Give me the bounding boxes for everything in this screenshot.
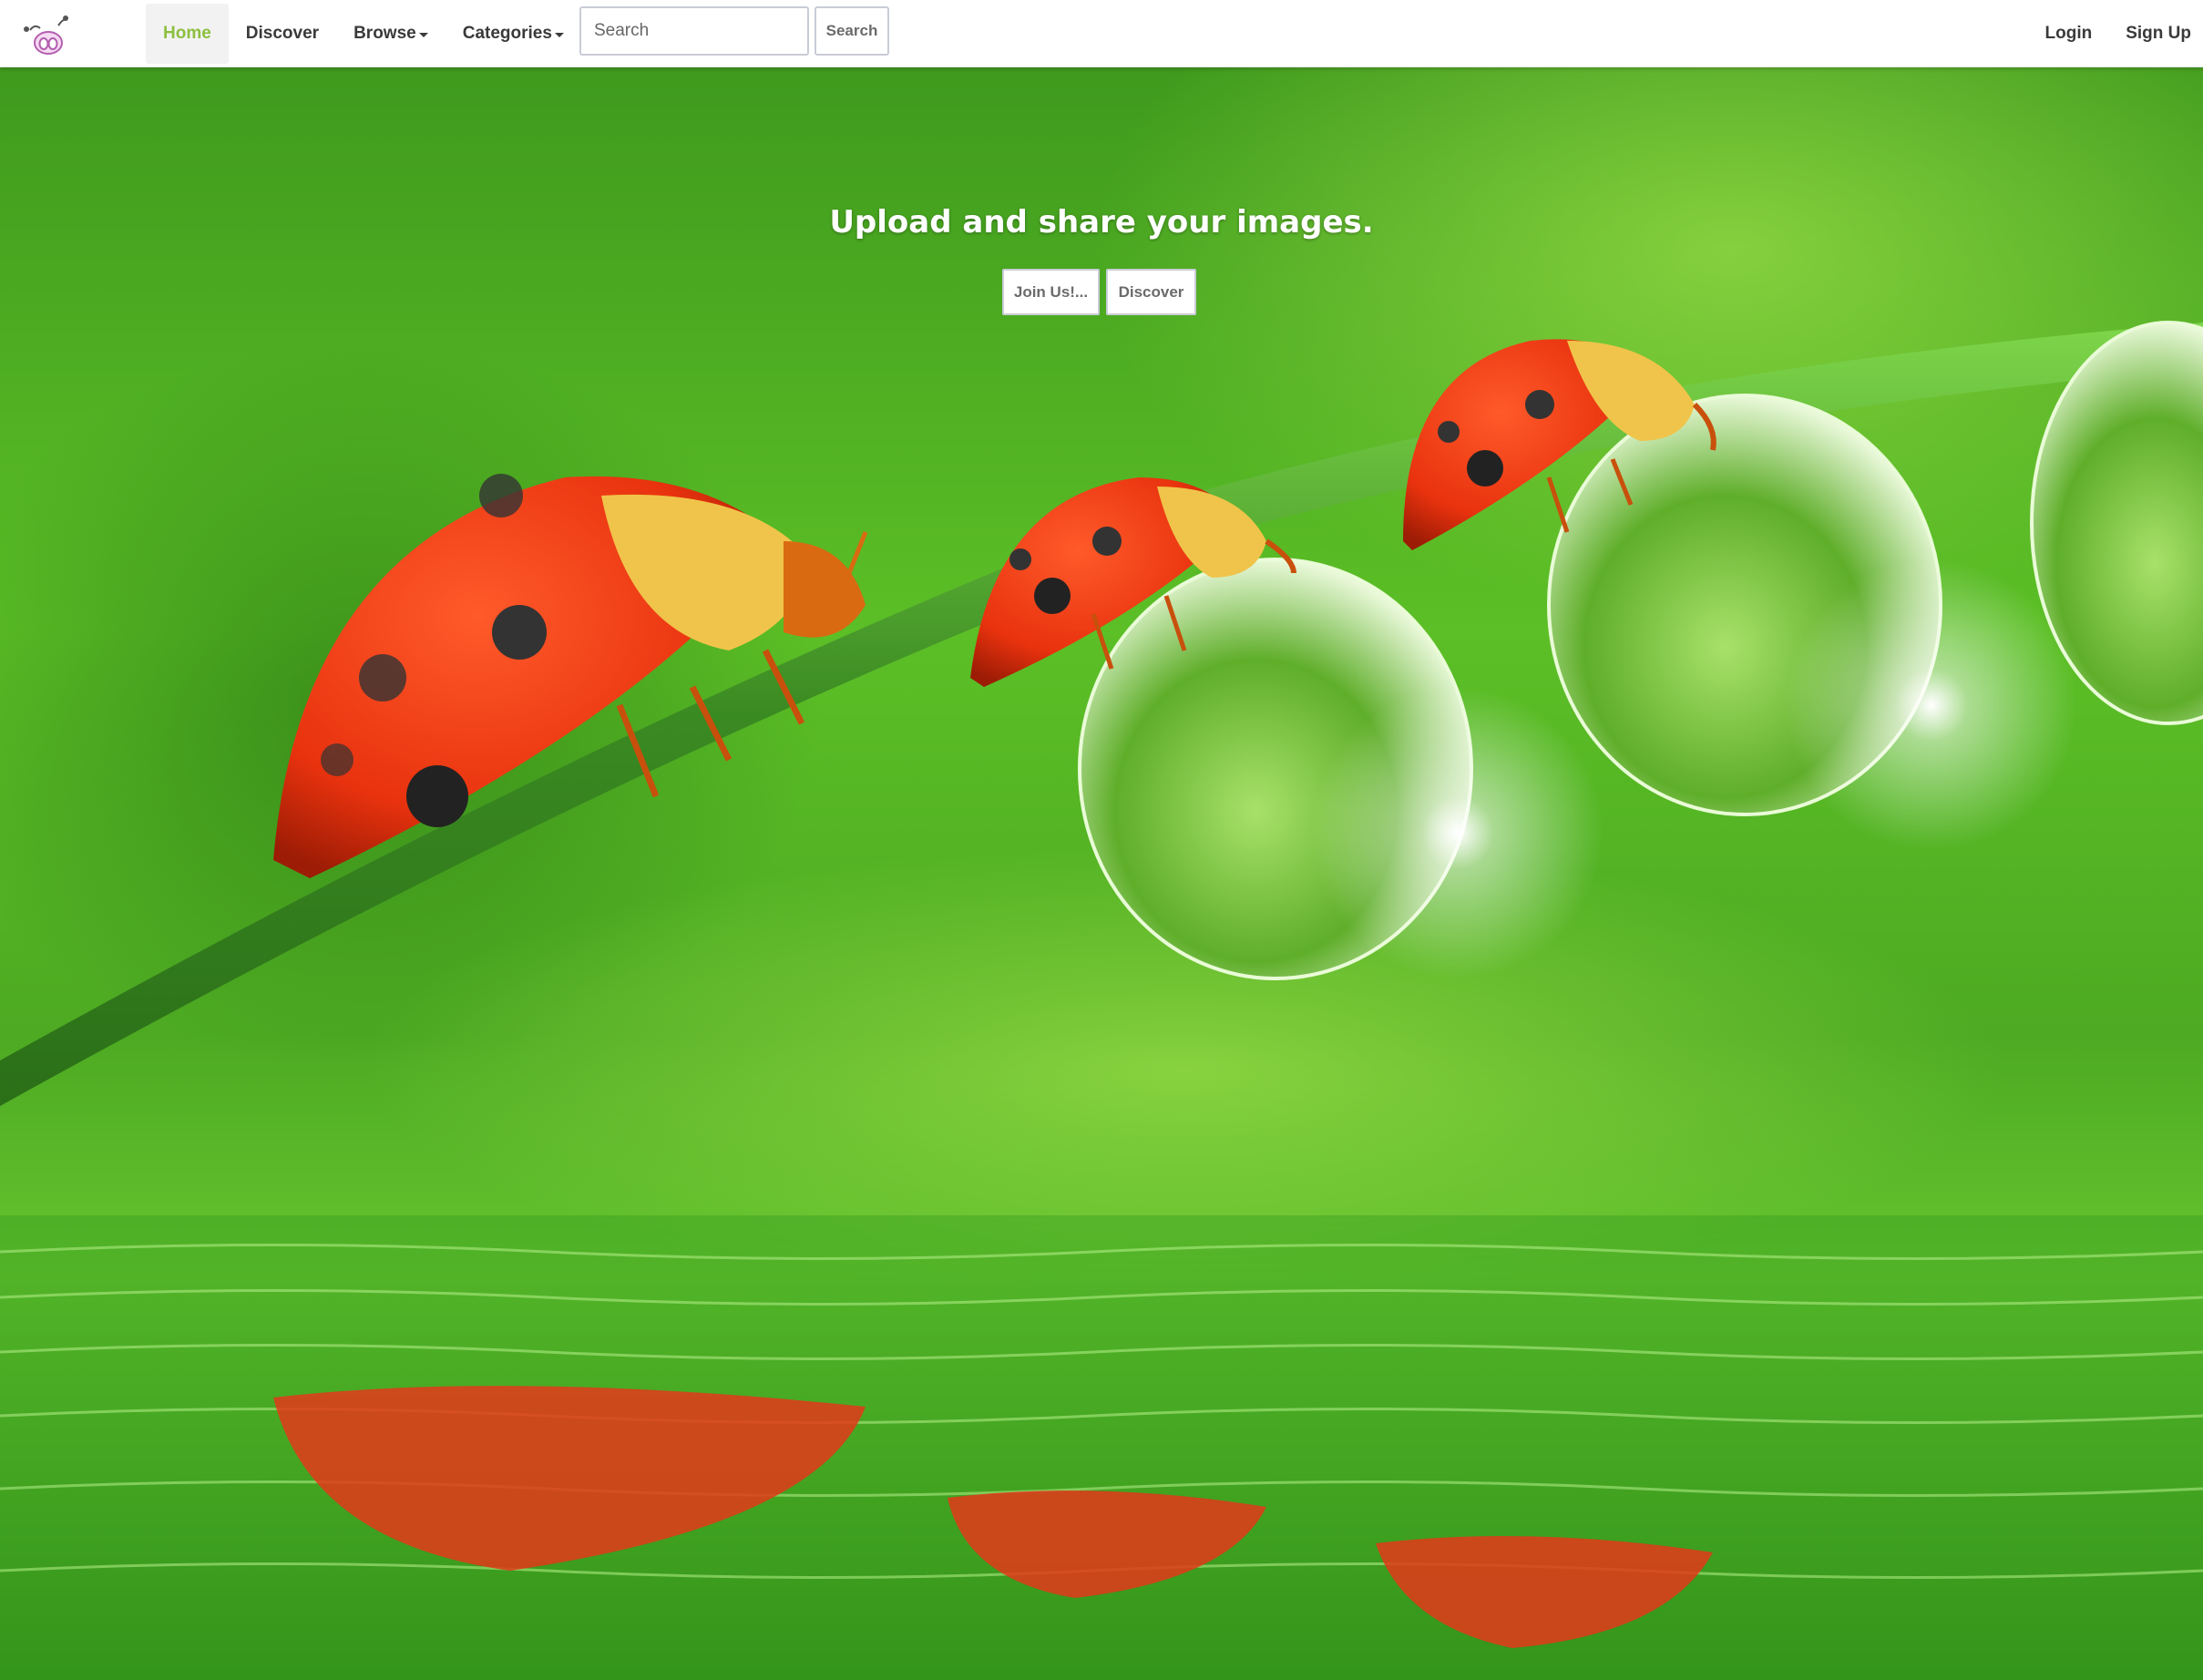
search-button[interactable]: Search	[815, 6, 889, 56]
search-input[interactable]	[579, 6, 809, 56]
nav-discover[interactable]: Discover	[229, 4, 336, 64]
hero-actions: Join Us!... Discover	[1002, 269, 1196, 315]
nav-browse-dropdown[interactable]: Browse	[336, 4, 446, 64]
hero-section: Upload and share your images. Join Us!..…	[0, 67, 2203, 1680]
join-us-button[interactable]: Join Us!...	[1002, 269, 1100, 315]
mascot-logo-icon[interactable]	[22, 13, 73, 56]
nav-login[interactable]: Login	[2024, 4, 2105, 64]
caret-down-icon	[418, 33, 428, 37]
caret-down-icon	[554, 33, 564, 37]
auth-nav: Login Sign Up	[2024, 0, 2203, 67]
discover-button[interactable]: Discover	[1106, 269, 1196, 315]
nav-discover-label: Discover	[245, 24, 320, 43]
nav-login-label: Login	[2044, 24, 2093, 43]
top-navbar: Home Discover Browse Categories Search L…	[0, 0, 2203, 67]
hero-headline: Upload and share your images.	[829, 204, 1374, 241]
nav-home-label: Home	[163, 24, 211, 43]
nav-home[interactable]: Home	[146, 4, 229, 64]
nav-signup[interactable]: Sign Up	[2104, 4, 2203, 64]
main-nav: Home Discover Browse Categories	[146, 0, 581, 67]
nav-browse-label: Browse	[354, 24, 416, 43]
search-form: Search	[579, 6, 889, 56]
nav-categories-label: Categories	[462, 24, 552, 43]
nav-signup-label: Sign Up	[2126, 24, 2191, 43]
nav-categories-dropdown[interactable]: Categories	[446, 4, 581, 64]
